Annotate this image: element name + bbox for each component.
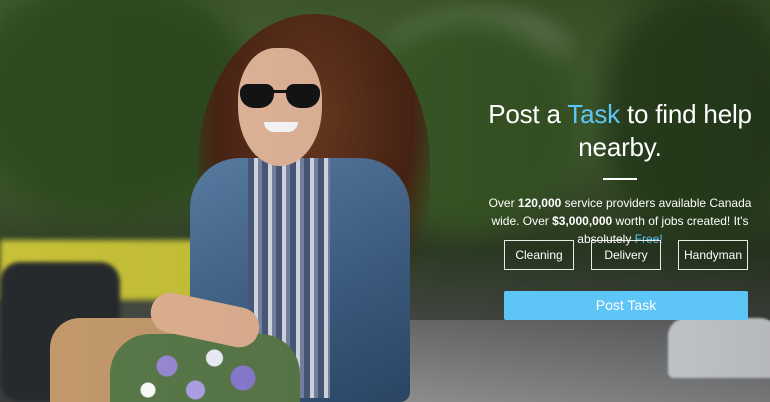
category-buttons: Cleaning Delivery Handyman <box>504 240 748 270</box>
headline-accent: Task <box>567 99 620 129</box>
category-handyman-button[interactable]: Handyman <box>678 240 748 270</box>
headline-text: Post a <box>488 99 568 129</box>
headline-divider <box>603 178 637 180</box>
hero-panel: Post a Task to find help nearby. Over 12… <box>480 98 760 320</box>
jobs-amount: $3,000,000 <box>552 214 613 228</box>
category-delivery-button[interactable]: Delivery <box>591 240 661 270</box>
category-cleaning-button[interactable]: Cleaning <box>504 240 574 270</box>
post-task-button[interactable]: Post Task <box>504 291 748 320</box>
provider-count: 120,000 <box>517 196 562 210</box>
hero-section: Post a Task to find help nearby. Over 12… <box>0 0 770 402</box>
hero-headline: Post a Task to find help nearby. <box>480 98 760 164</box>
